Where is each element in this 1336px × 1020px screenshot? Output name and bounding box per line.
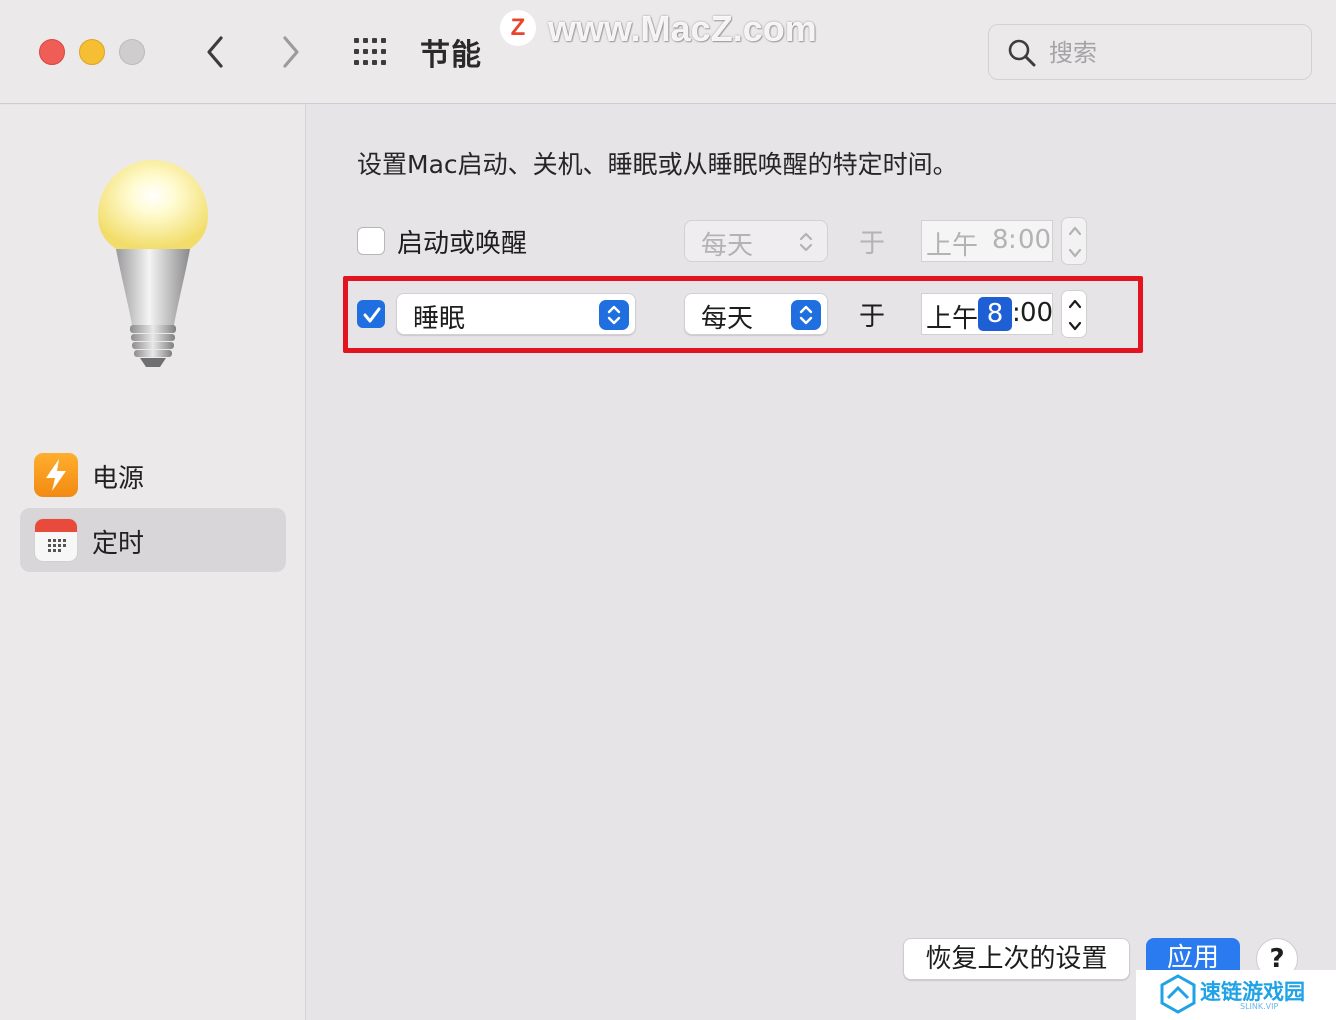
search-icon [1008, 39, 1036, 67]
sidebar-item-power[interactable]: 电源 [20, 443, 286, 507]
chevron-right-icon [283, 36, 299, 68]
startup-time-field[interactable]: 上午 8 : 00 [921, 220, 1053, 262]
sidebar-item-schedule[interactable]: 定时 [20, 508, 286, 572]
watermark-text: www.MacZ.com [548, 8, 817, 49]
time-ampm: 上午 [926, 231, 979, 261]
minimize-window-button[interactable] [79, 39, 105, 65]
frequency-value: 每天 [701, 231, 754, 261]
startup-time-stepper[interactable] [1061, 217, 1087, 265]
startup-frequency-popup[interactable]: 每天 [684, 220, 828, 262]
lightbulb-icon [88, 153, 218, 373]
description-text: 设置Mac启动、关机、睡眠或从睡眠唤醒的特定时间。 [357, 150, 958, 179]
brand-watermark: 速链游戏园 SLINK.VIP [1136, 970, 1336, 1020]
show-all-button[interactable] [350, 34, 394, 70]
search-field[interactable] [988, 24, 1312, 80]
sidebar-item-label: 电源 [92, 464, 145, 494]
bolt-icon [34, 453, 78, 497]
zoom-window-button[interactable] [119, 39, 145, 65]
startup-wake-label: 启动或唤醒 [397, 229, 528, 259]
time-separator: : [1008, 225, 1017, 255]
grid-icon [354, 38, 386, 65]
sidebar: 电源 定时 [0, 105, 306, 1020]
brand-sub: SLINK.VIP [1240, 1002, 1279, 1011]
main-panel: 设置Mac启动、关机、睡眠或从睡眠唤醒的特定时间。 启动或唤醒 每天 于 上午 … [307, 105, 1336, 1020]
time-hour: 8 [992, 225, 1009, 255]
updown-arrows-icon [791, 227, 821, 257]
stepper-arrows-icon [1068, 226, 1082, 258]
search-input[interactable] [1049, 35, 1289, 71]
annotation-highlight-box [343, 276, 1143, 353]
window-title: 节能 [420, 38, 482, 73]
forward-button[interactable] [270, 30, 310, 74]
toolbar: 节能 Z www.MacZ.com [0, 0, 1336, 104]
startup-wake-checkbox[interactable] [357, 227, 385, 255]
close-window-button[interactable] [39, 39, 65, 65]
cube-logo-icon [1160, 974, 1196, 1014]
calendar-icon [34, 518, 78, 562]
chevron-left-icon [207, 36, 223, 68]
back-button[interactable] [196, 30, 236, 74]
at-label: 于 [859, 229, 886, 259]
sidebar-item-label: 定时 [92, 529, 145, 559]
system-preferences-window: 节能 Z www.MacZ.com 搜索 电源 定时 设置Mac启动、关机、睡眠… [0, 0, 1336, 1020]
watermark-logo: Z [500, 10, 536, 46]
revert-button[interactable]: 恢复上次的设置 [903, 938, 1130, 980]
time-minute: 00 [1018, 225, 1052, 255]
